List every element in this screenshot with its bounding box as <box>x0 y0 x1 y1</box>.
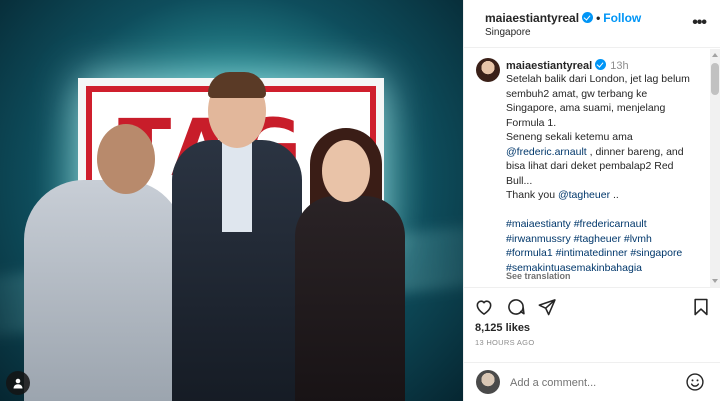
bookmark-icon[interactable] <box>691 297 711 317</box>
caption-thanks-line: Thank you @tagheuer .. <box>506 188 706 203</box>
likes-count[interactable]: 8,125 likes <box>475 322 530 334</box>
more-options-icon[interactable]: ••• <box>692 14 707 32</box>
follow-button[interactable]: Follow <box>603 11 641 25</box>
separator-dot: • <box>596 11 601 25</box>
comment-icon[interactable] <box>506 297 526 317</box>
mention-tagheuer-link[interactable]: @tagheuer <box>558 189 610 201</box>
person-right <box>295 196 405 401</box>
caption-scrollbar[interactable] <box>710 49 720 287</box>
thanks-prefix: Thank you <box>506 189 558 201</box>
caption-area: maiaestiantyreal 13h Setelah balik dari L… <box>464 49 720 287</box>
caption-time: 13h <box>610 60 629 72</box>
caption-line: Formula 1. <box>506 116 557 129</box>
share-icon[interactable] <box>537 297 557 317</box>
caption-line-mention: @frederic.arnault , dinner bareng, and <box>506 145 706 160</box>
add-comment-bar <box>464 362 720 401</box>
scrollbar-thumb[interactable] <box>711 63 719 95</box>
verified-badge-icon <box>595 59 607 70</box>
post-photo[interactable]: TAG <box>0 0 463 401</box>
comment-input[interactable] <box>510 374 680 392</box>
avatar <box>476 370 500 394</box>
scroll-up-arrow-icon[interactable] <box>712 53 718 57</box>
caption-line: bisa lihat dari deket pembalap2 Red <box>506 160 674 172</box>
see-translation-button[interactable]: See translation <box>506 271 571 281</box>
person-left <box>24 180 184 401</box>
scroll-down-arrow-icon[interactable] <box>712 279 718 283</box>
hashtag-line[interactable]: #maiaestianty #fredericarnault <box>506 217 706 232</box>
caption-after-mention: , dinner bareng, and <box>586 145 684 158</box>
person-left-head <box>97 124 155 194</box>
person-middle-hair <box>208 72 266 98</box>
person-right-head <box>322 140 370 202</box>
emoji-icon[interactable] <box>685 372 705 392</box>
caption-text: Setelah balik dari London, jet lag belum… <box>506 72 706 275</box>
caption-username[interactable]: maiaestiantyreal <box>506 60 592 72</box>
verified-badge-icon <box>582 12 594 23</box>
hashtag-line[interactable]: #irwanmussry #tagheuer #lvmh <box>506 232 706 247</box>
post-header: maiaestiantyreal • Follow Singapore ••• <box>464 0 720 48</box>
caption-user-line: maiaestiantyreal 13h <box>506 59 629 72</box>
header-user-line: maiaestiantyreal • Follow <box>485 11 641 25</box>
action-bar <box>464 287 720 321</box>
caption-line: Seneng sekali ketemu ama <box>506 131 633 143</box>
user-tag-icon[interactable] <box>6 371 30 395</box>
mention-frederic-link[interactable]: @frederic.arnault <box>506 146 587 158</box>
person-middle-shirt <box>222 142 252 232</box>
post-side-panel: maiaestiantyreal • Follow Singapore ••• ma… <box>463 0 720 401</box>
header-username[interactable]: maiaestiantyreal <box>485 11 579 25</box>
posted-time: 13 HOURS AGO <box>475 338 535 347</box>
location-link[interactable]: Singapore <box>485 27 531 38</box>
avatar[interactable] <box>476 58 500 82</box>
caption-line: Singapore, ama suami, menjelang <box>506 102 666 114</box>
thanks-suffix: .. <box>610 189 619 201</box>
caption-line: Bull... <box>506 174 533 187</box>
hashtag-line[interactable]: #formula1 #intimatedinner #singapore <box>506 246 706 261</box>
caption-line: Setelah balik dari London, jet lag belum <box>506 73 690 85</box>
heart-icon[interactable] <box>474 297 494 317</box>
caption-line: sembuh2 amat, gw terbang ke <box>506 87 648 100</box>
